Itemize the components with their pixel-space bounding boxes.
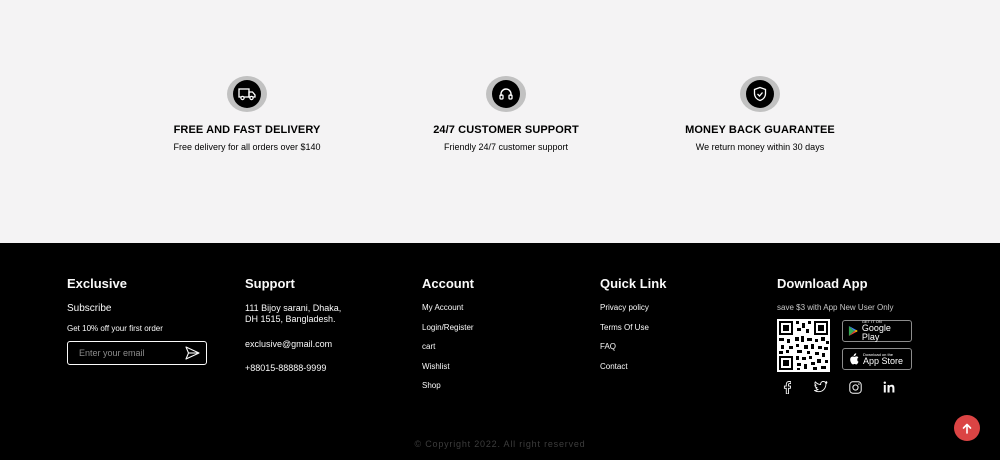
linkedin-icon[interactable] [882, 380, 896, 394]
send-icon[interactable] [185, 346, 200, 360]
headphones-icon [499, 88, 513, 100]
qr-code [777, 319, 830, 372]
footer-account-column: Account My Account Login/Register cart W… [422, 276, 474, 401]
quick-link-faq[interactable]: FAQ [600, 342, 666, 352]
twitter-icon[interactable] [814, 380, 828, 394]
feature-icon-badge [227, 76, 267, 112]
account-link-login-register[interactable]: Login/Register [422, 323, 474, 333]
scroll-to-top-button[interactable] [954, 415, 980, 441]
footer-support-column: Support 111 Bijoy sarani, Dhaka, DH 1515… [245, 276, 355, 374]
account-link-my-account[interactable]: My Account [422, 303, 474, 313]
feature-description: We return money within 30 days [695, 142, 825, 152]
offer-text: Get 10% off your first order [67, 324, 163, 333]
support-address: 111 Bijoy sarani, Dhaka, DH 1515, Bangla… [245, 303, 342, 324]
footer: Exclusive Subscribe Get 10% off your fir… [0, 243, 1000, 460]
account-link-shop[interactable]: Shop [422, 381, 474, 391]
quick-link-privacy[interactable]: Privacy policy [600, 303, 666, 313]
app-store-button[interactable]: Download on the App Store [842, 348, 912, 370]
quick-link-contact[interactable]: Contact [600, 362, 666, 372]
feature-icon-badge [486, 76, 526, 112]
instagram-icon[interactable] [848, 380, 862, 394]
feature-description: Free delivery for all orders over $140 [173, 142, 321, 152]
quick-link-terms[interactable]: Terms Of Use [600, 323, 666, 333]
feature-icon-badge [740, 76, 780, 112]
apple-icon [850, 353, 859, 365]
shield-check-icon [753, 86, 767, 102]
feature-delivery: FREE AND FAST DELIVERY Free delivery for… [117, 76, 377, 152]
facebook-icon[interactable] [780, 380, 794, 394]
google-play-button[interactable]: GET IT ON Google Play [842, 320, 912, 342]
footer-brand-title: Exclusive [67, 276, 127, 291]
support-email[interactable]: exclusive@gmail.com [245, 339, 355, 350]
arrow-up-icon [962, 423, 972, 434]
feature-title: FREE AND FAST DELIVERY [173, 124, 321, 136]
email-input[interactable] [79, 348, 179, 358]
app-store-label: App Store [863, 355, 904, 366]
google-play-label: Google Play [861, 323, 891, 342]
quick-link-title: Quick Link [600, 276, 667, 291]
account-link-cart[interactable]: cart [422, 342, 474, 352]
support-title: Support [245, 276, 295, 291]
app-offer-note: save $3 with App New User Only [777, 303, 894, 312]
delivery-truck-icon [238, 88, 256, 101]
download-app-title: Download App [777, 276, 868, 291]
footer-exclusive-column: Exclusive Subscribe Get 10% off your fir… [67, 276, 207, 365]
email-subscribe-box [67, 341, 207, 365]
account-title: Account [422, 276, 474, 291]
subscribe-label: Subscribe [67, 303, 112, 314]
feature-title: 24/7 CUSTOMER SUPPORT [433, 124, 579, 136]
copyright-text: © Copyright 2022. All right reserved [414, 439, 586, 449]
services-section: FREE AND FAST DELIVERY Free delivery for… [0, 0, 1000, 243]
feature-title: MONEY BACK GUARANTEE [685, 124, 835, 136]
feature-support: 24/7 CUSTOMER SUPPORT Friendly 24/7 cust… [376, 76, 636, 152]
feature-guarantee: MONEY BACK GUARANTEE We return money wit… [630, 76, 890, 152]
support-phone[interactable]: +88015-88888-9999 [245, 363, 355, 374]
feature-description: Friendly 24/7 customer support [443, 142, 569, 152]
social-links [777, 380, 912, 394]
footer-download-app-column: Download App save $3 with App New User O… [777, 276, 912, 394]
account-link-wishlist[interactable]: Wishlist [422, 362, 474, 372]
google-play-icon [848, 326, 858, 336]
footer-quick-link-column: Quick Link Privacy policy Terms Of Use F… [600, 276, 666, 381]
